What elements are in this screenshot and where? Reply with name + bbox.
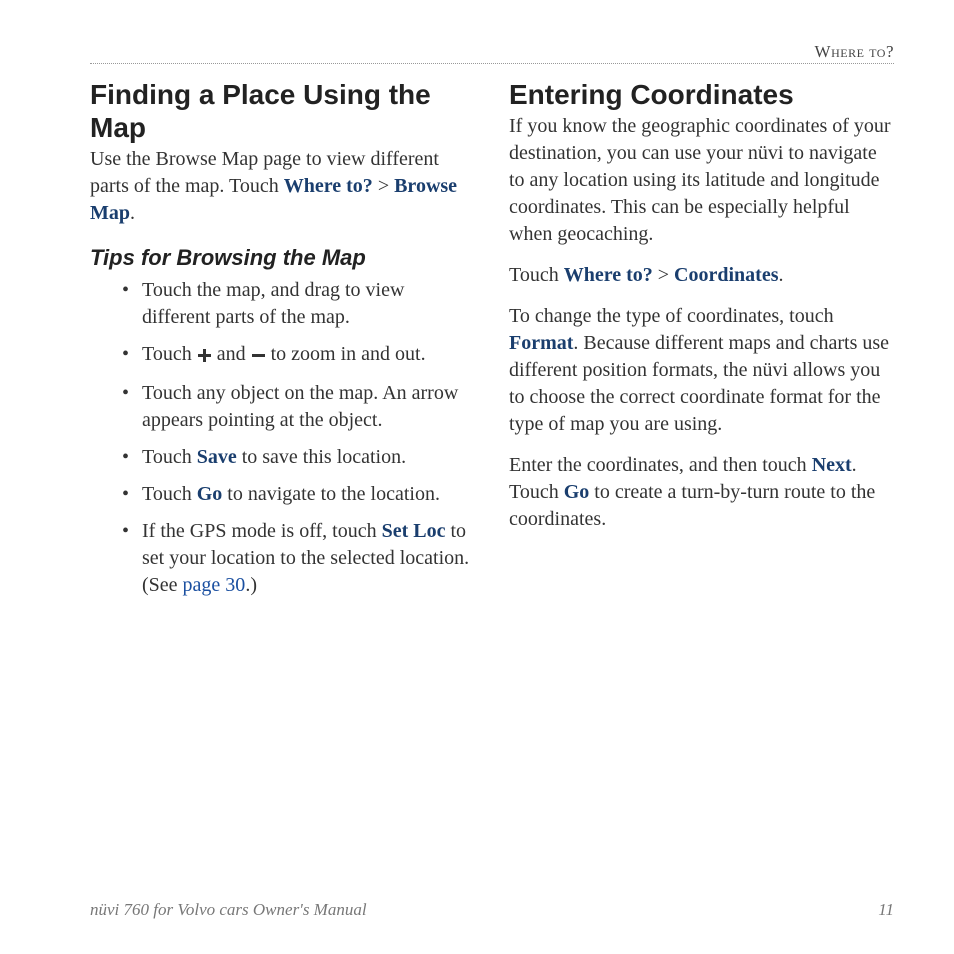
content-columns: Finding a Place Using the Map Use the Br… <box>90 78 894 609</box>
tip2-text-c: to zoom in and out. <box>266 343 426 365</box>
link-format[interactable]: Format <box>509 332 573 354</box>
intro-period: . <box>130 202 135 224</box>
heading-finding-place: Finding a Place Using the Map <box>90 78 475 144</box>
tip5-text-a: Touch <box>142 483 197 505</box>
list-item: Touch the map, and drag to view differen… <box>142 277 475 331</box>
list-item: Touch Go to navigate to the location. <box>142 481 475 508</box>
list-item: Touch any object on the map. An arrow ap… <box>142 380 475 434</box>
list-item: Touch and to zoom in and out. <box>142 341 475 370</box>
footer-page-number: 11 <box>878 900 894 920</box>
coords-paragraph-4: Enter the coordinates, and then touch Ne… <box>509 452 894 533</box>
tip6-text-a: If the GPS mode is off, touch <box>142 520 382 542</box>
list-item: If the GPS mode is off, touch Set Loc to… <box>142 518 475 599</box>
page-footer: nüvi 760 for Volvo cars Owner's Manual 1… <box>90 900 894 920</box>
subheading-tips: Tips for Browsing the Map <box>90 245 475 271</box>
coords-paragraph-2: Touch Where to? > Coordinates. <box>509 262 894 289</box>
p3-text-a: To change the type of coordinates, touch <box>509 305 834 327</box>
tip6-text-c: .) <box>245 574 257 596</box>
list-item: Touch Save to save this location. <box>142 444 475 471</box>
link-where-to[interactable]: Where to? <box>284 175 373 197</box>
p2-text-a: Touch <box>509 264 564 286</box>
left-column: Finding a Place Using the Map Use the Br… <box>90 78 475 609</box>
page-container: Where to? Finding a Place Using the Map … <box>0 0 954 954</box>
intro-paragraph: Use the Browse Map page to view differen… <box>90 146 475 227</box>
coords-paragraph-1: If you know the geographic coordinates o… <box>509 113 894 248</box>
breadcrumb-separator-2: > <box>653 264 674 286</box>
tips-list: Touch the map, and drag to view differen… <box>90 277 475 599</box>
link-coordinates[interactable]: Coordinates <box>674 264 778 286</box>
p4-text-a: Enter the coordinates, and then touch <box>509 454 812 476</box>
footer-manual-title: nüvi 760 for Volvo cars Owner's Manual <box>90 900 367 920</box>
coords-paragraph-3: To change the type of coordinates, touch… <box>509 303 894 438</box>
tip4-text-a: Touch <box>142 446 197 468</box>
breadcrumb-separator: > <box>373 175 394 197</box>
right-column: Entering Coordinates If you know the geo… <box>509 78 894 609</box>
link-go[interactable]: Go <box>197 483 223 505</box>
link-set-loc[interactable]: Set Loc <box>382 520 446 542</box>
link-save[interactable]: Save <box>197 446 237 468</box>
link-go-2[interactable]: Go <box>564 481 590 503</box>
tip4-text-b: to save this location. <box>237 446 406 468</box>
tip2-text-b: and <box>212 343 251 365</box>
link-where-to-2[interactable]: Where to? <box>564 264 653 286</box>
tip5-text-b: to navigate to the location. <box>222 483 440 505</box>
tip2-text-a: Touch <box>142 343 197 365</box>
header-section-name: Where to? <box>815 42 894 62</box>
link-next[interactable]: Next <box>812 454 852 476</box>
link-page-30[interactable]: page 30 <box>183 574 246 596</box>
header-rule: Where to? <box>90 42 894 64</box>
heading-entering-coordinates: Entering Coordinates <box>509 78 894 111</box>
plus-icon <box>198 343 211 370</box>
p2-text-b: . <box>779 264 784 286</box>
minus-icon <box>252 343 265 370</box>
